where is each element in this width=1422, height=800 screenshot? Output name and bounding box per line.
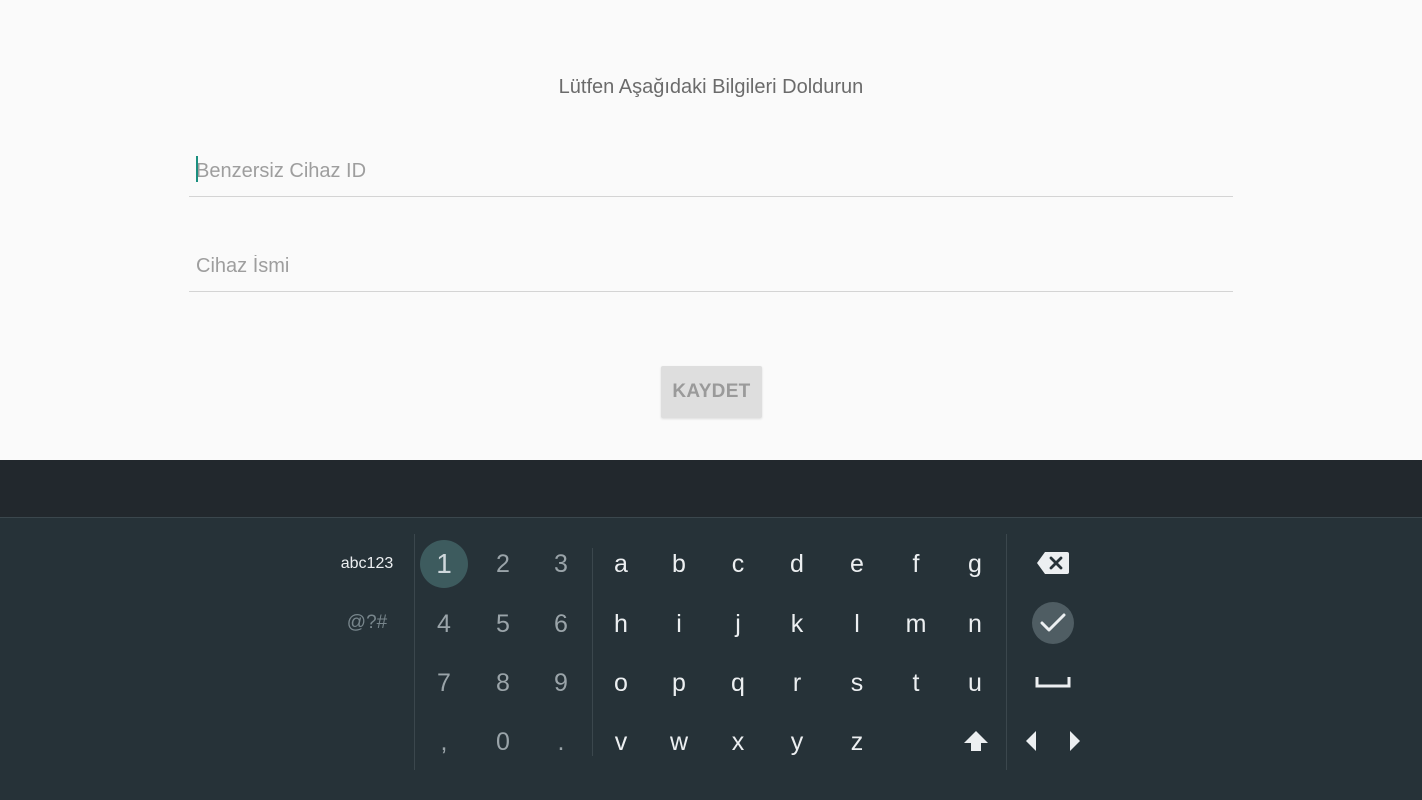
key-h[interactable]: h	[596, 599, 646, 649]
key-4[interactable]: 4	[419, 599, 469, 649]
key-6[interactable]: 6	[536, 599, 586, 649]
key-1[interactable]: 1	[420, 540, 468, 588]
key-p[interactable]: p	[654, 658, 704, 708]
keyboard-divider-left	[414, 534, 415, 770]
key-k[interactable]: k	[772, 599, 822, 649]
device-name-field[interactable]	[189, 242, 1233, 292]
key-n[interactable]: n	[950, 599, 1000, 649]
keyboard-divider-numbers	[592, 548, 593, 756]
key-c[interactable]: c	[713, 539, 763, 589]
backspace-icon	[1037, 552, 1069, 574]
key-j[interactable]: j	[713, 599, 763, 649]
key-q[interactable]: q	[713, 658, 763, 708]
text-cursor	[196, 156, 198, 182]
on-screen-keyboard	[0, 518, 1422, 800]
key-z[interactable]: z	[832, 717, 882, 767]
key-2[interactable]: 2	[478, 539, 528, 589]
key-b[interactable]: b	[654, 539, 704, 589]
key-l[interactable]: l	[832, 599, 882, 649]
key-period[interactable]: .	[536, 717, 586, 767]
space-key[interactable]	[1030, 668, 1076, 696]
key-e[interactable]: e	[832, 539, 882, 589]
key-7[interactable]: 7	[419, 658, 469, 708]
key-5[interactable]: 5	[478, 599, 528, 649]
shift-arrow-icon	[964, 731, 988, 751]
key-v[interactable]: v	[596, 717, 646, 767]
key-s[interactable]: s	[832, 658, 882, 708]
key-f[interactable]: f	[891, 539, 941, 589]
form-area: Lütfen Aşağıdaki Bilgileri Doldurun KAYD…	[0, 0, 1422, 460]
cursor-right-key[interactable]	[1062, 726, 1088, 756]
device-id-input[interactable]	[189, 147, 1233, 195]
key-8[interactable]: 8	[478, 658, 528, 708]
form-title: Lütfen Aşağıdaki Bilgileri Doldurun	[558, 76, 864, 98]
key-w[interactable]: w	[654, 717, 704, 767]
key-comma[interactable]: ,	[419, 717, 469, 767]
key-0[interactable]: 0	[478, 717, 528, 767]
mode-abc123-key[interactable]: abc123	[322, 549, 412, 579]
save-button[interactable]: KAYDET	[661, 366, 762, 418]
device-id-field[interactable]	[189, 147, 1233, 197]
key-3[interactable]: 3	[536, 539, 586, 589]
mode-symbols-key[interactable]: @?#	[322, 608, 412, 638]
cursor-left-key[interactable]	[1018, 726, 1044, 756]
backspace-key[interactable]	[1028, 545, 1078, 581]
key-a[interactable]: a	[596, 539, 646, 589]
keyboard-divider-right	[1006, 534, 1007, 770]
check-icon	[1040, 613, 1066, 632]
key-d[interactable]: d	[772, 539, 822, 589]
key-m[interactable]: m	[891, 599, 941, 649]
shift-key[interactable]	[958, 726, 994, 756]
key-g[interactable]: g	[950, 539, 1000, 589]
device-name-input[interactable]	[189, 242, 1233, 290]
key-x[interactable]: x	[713, 717, 763, 767]
key-r[interactable]: r	[772, 658, 822, 708]
key-u[interactable]: u	[950, 658, 1000, 708]
key-t[interactable]: t	[891, 658, 941, 708]
cursor-left-icon	[1026, 731, 1036, 751]
space-bar-icon	[1035, 677, 1071, 688]
keyboard-top-bar	[0, 460, 1422, 517]
key-9[interactable]: 9	[536, 658, 586, 708]
key-o[interactable]: o	[596, 658, 646, 708]
key-i[interactable]: i	[654, 599, 704, 649]
done-key[interactable]	[1032, 602, 1074, 644]
cursor-right-icon	[1070, 731, 1080, 751]
key-y[interactable]: y	[772, 717, 822, 767]
